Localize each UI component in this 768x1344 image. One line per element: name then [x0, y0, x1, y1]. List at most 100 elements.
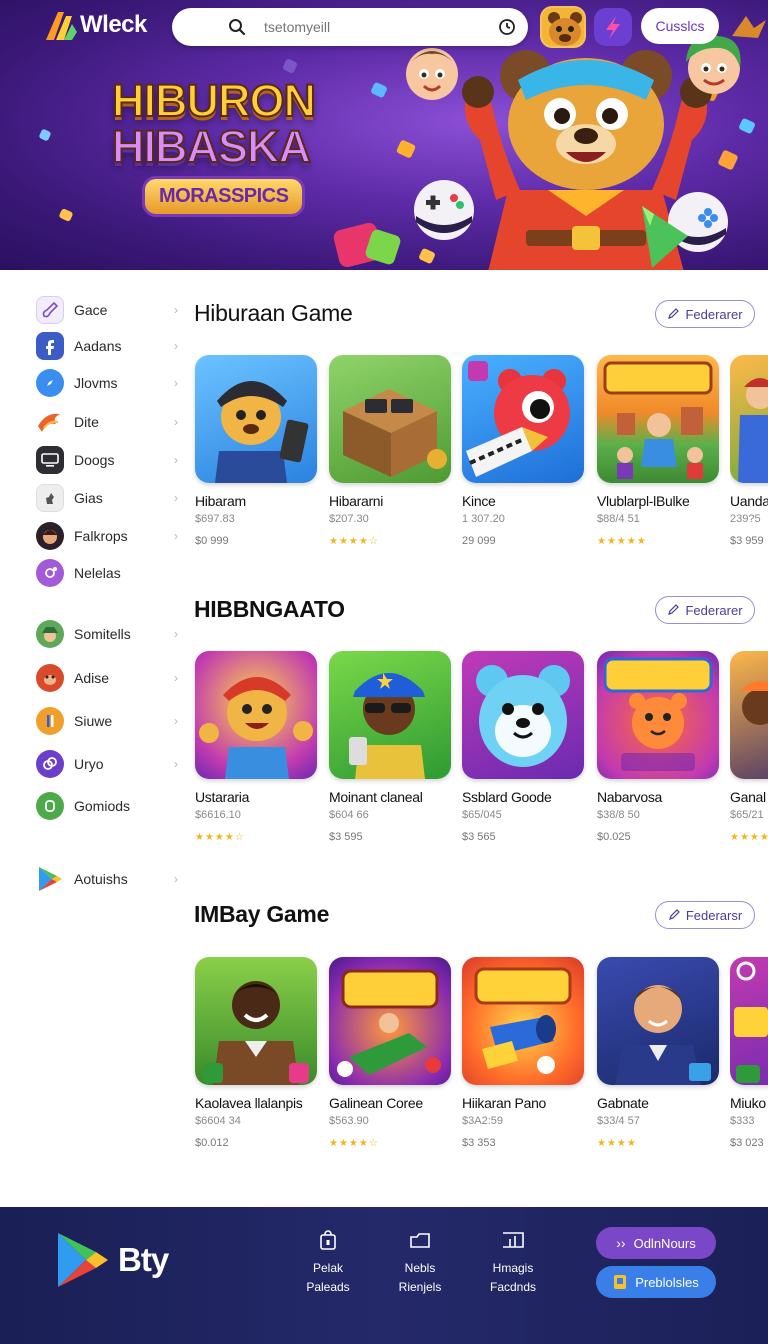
game-card[interactable]: Hibararni $207.30 ★★★★☆ [329, 355, 453, 549]
game-card[interactable]: Ssblard Goode $65/045 $3 565 [462, 651, 586, 845]
sidebar-item-label: Somitells [74, 626, 131, 642]
confetti [418, 247, 436, 265]
featured-button[interactable]: Federarer [655, 596, 755, 624]
chevron-right-icon: › [174, 714, 178, 728]
rating-stars: ★★★★ [597, 1138, 637, 1149]
user-avatar-button[interactable] [540, 6, 586, 48]
search-input[interactable] [228, 19, 514, 35]
logo-text: Wleck [80, 11, 147, 38]
footer-logo[interactable]: Bty [56, 1231, 169, 1289]
candy-decoration [642, 206, 688, 268]
game-thumbnail [597, 957, 719, 1085]
game-price: $207.30 [329, 513, 369, 525]
game-price: $6616.10 [195, 809, 241, 821]
confetti [282, 58, 298, 74]
sidebar-item-label: Falkrops [74, 528, 128, 544]
game-card[interactable]: Ganal $65/21 ★★★★ [730, 651, 768, 845]
footer-button-secondary[interactable]: Preblolsles [596, 1266, 716, 1298]
game-meta: $0.025 [597, 831, 631, 843]
rating-stars: ★★★★★ [597, 536, 647, 547]
sidebar-item-label: Gomiods [74, 798, 131, 814]
footer-link-line2: Rienjels [398, 1280, 442, 1294]
footer-button-primary[interactable]: ›› OdlnNours [596, 1227, 716, 1259]
game-rating: ★★★★☆ [195, 831, 319, 845]
featured-button-label: Federarsr [685, 907, 743, 923]
game-meta: $3 023 [730, 1137, 764, 1149]
sidebar-item-somitells[interactable]: Somitells › [36, 618, 178, 650]
game-name: Uanda [730, 493, 768, 509]
double-chevron-icon: ›› [616, 1235, 626, 1251]
footer-button-secondary-label: Preblolsles [635, 1274, 699, 1290]
section-title-hiburaan: Hiburaan Game [194, 300, 353, 326]
game-icon [36, 707, 64, 735]
badge-icon [614, 1275, 627, 1289]
game-card[interactable]: Kaolavea llalanpis $6604 34 $0.012 [195, 957, 319, 1151]
sidebar-item-label: Jlovms [74, 375, 118, 391]
sidebar-item-label: Doogs [74, 452, 115, 468]
featured-button[interactable]: Federarer [655, 300, 755, 328]
folder-icon [410, 1233, 430, 1248]
rating-stars: ★★★★☆ [329, 536, 379, 547]
game-card[interactable]: Gabnate $33/4 57 ★★★★ [597, 957, 721, 1151]
game-card[interactable]: Hibaram $697.83 $0 999 [195, 355, 319, 549]
game-card[interactable]: Galinean Coree $563.90 ★★★★☆ [329, 957, 453, 1151]
sidebar-item-aotuishs[interactable]: Aotuishs › [36, 863, 178, 895]
sidebar-item-aadans[interactable]: Aadans › [36, 330, 178, 362]
game-card[interactable]: Uanda 239?5 $3 959 [730, 355, 768, 549]
game-thumbnail [462, 355, 584, 483]
game-card[interactable]: Miuko $333 $3 023 [730, 957, 768, 1151]
clock-icon[interactable] [498, 18, 516, 36]
chevron-right-icon: › [174, 453, 178, 467]
sidebar-item-gomiods[interactable]: Gomiods [36, 790, 178, 822]
sidebar-item-falkrops[interactable]: Falkrops › [36, 520, 178, 552]
game-meta: $0.012 [195, 1137, 229, 1149]
sidebar-item-uryo[interactable]: Uryo › [36, 748, 178, 780]
game-card[interactable]: Hiikaran Pano $3A2:59 $3 353 [462, 957, 586, 1151]
game-card[interactable]: Ustararia $6616.10 ★★★★☆ [195, 651, 319, 845]
sidebar-item-label: Siuwe [74, 713, 113, 729]
featured-button[interactable]: Federarsr [655, 901, 755, 929]
power-button[interactable] [594, 8, 632, 46]
app-logo[interactable]: Wleck [44, 8, 147, 42]
footer-link[interactable]: Hmagis Facdnds [473, 1229, 553, 1297]
sidebar-item-gace[interactable]: Gace › [36, 294, 178, 326]
game-name: Nabarvosa [597, 789, 663, 805]
sidebar-item-jlovms[interactable]: Jlovms › [36, 367, 178, 399]
sidebar-item-nelelas[interactable]: Nelelas [36, 557, 178, 589]
game-card[interactable]: Vlublarpl-lBulke $88/4 51 ★★★★★ [597, 355, 721, 549]
game-card[interactable]: Moinant claneal $604 66 $3 595 [329, 651, 453, 845]
sidebar-item-adise[interactable]: Adise › [36, 662, 178, 694]
game-price: $333 [730, 1115, 755, 1127]
sidebar-item-dite[interactable]: Dite › [36, 406, 178, 438]
sidebar-item-doogs[interactable]: Doogs › [36, 444, 178, 476]
chevron-right-icon: › [174, 491, 178, 505]
game-name: Ustararia [195, 789, 250, 805]
game-meta: $3 353 [462, 1137, 496, 1149]
fox-icon [36, 792, 64, 820]
top-bar: Wleck tsetomyeill Cusslcs [0, 0, 768, 52]
monkey-icon [36, 664, 64, 692]
game-card[interactable]: Nabarvosa $38/8 50 $0.025 [597, 651, 721, 845]
sidebar-item-label: Gace [74, 302, 108, 318]
game-price: $65/21 [730, 809, 764, 821]
game-name: Ganal [730, 789, 766, 805]
game-meta: $3 565 [462, 831, 496, 843]
game-rating: ★★★★☆ [329, 535, 453, 549]
game-meta: 29 099 [462, 535, 496, 547]
footer-link[interactable]: Nebls Rienjels [380, 1229, 460, 1297]
footer-link[interactable]: Pelak Paleads [288, 1229, 368, 1297]
sidebar-item-siuwe[interactable]: Siuwe › [36, 705, 178, 737]
hero-banner: HIBURON HIBASKA MORASSPICS Wleck tsetomy… [0, 0, 768, 270]
game-card[interactable]: Kince 1 307.20 29 099 [462, 355, 586, 549]
bear-avatar-icon [548, 12, 582, 46]
search-bar[interactable] [172, 8, 528, 46]
rating-stars: ★★★★☆ [195, 832, 245, 843]
game-name: Miuko [730, 1095, 766, 1111]
top-cta-button[interactable]: Cusslcs [641, 8, 719, 44]
lightning-icon [606, 16, 620, 39]
game-name: Gabnate [597, 1095, 649, 1111]
footer-button-primary-label: OdlnNours [633, 1235, 696, 1251]
sidebar-item-gias[interactable]: Gias › [36, 482, 178, 514]
game-rating: ★★★★★ [597, 535, 721, 549]
play-store-icon [58, 1233, 108, 1287]
